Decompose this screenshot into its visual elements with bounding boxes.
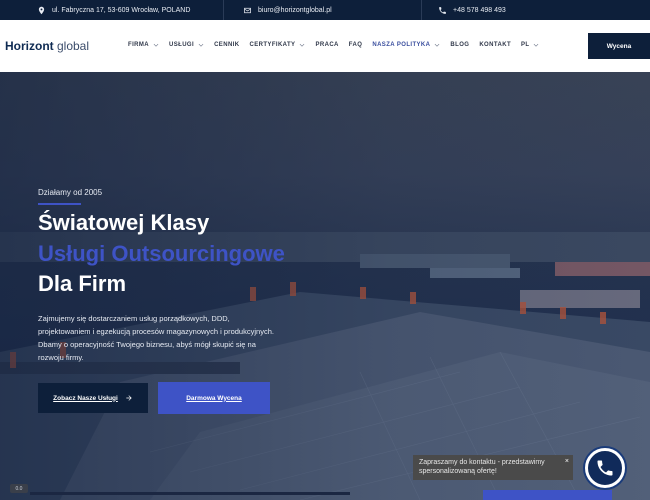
nav-label: PRACA xyxy=(315,42,339,48)
contact-tooltip-text: Zapraszamy do kontaktu - przedstawimy sp… xyxy=(419,459,545,475)
nav-label: USŁUGI xyxy=(169,42,195,48)
nav-label: KONTAKT xyxy=(479,42,512,48)
view-services-label: Zobacz Nasze Usługi xyxy=(53,394,118,402)
nav-label: CERTYFIKATY xyxy=(249,42,296,48)
language-selector[interactable]: PL xyxy=(521,42,539,48)
chevron-down-icon xyxy=(435,43,440,47)
accent-divider xyxy=(38,203,81,205)
hero-description: Zajmujemy się dostarczaniem usług porząd… xyxy=(38,314,274,362)
nav-item-blog[interactable]: BLOG xyxy=(450,42,469,48)
nav-label: CENNIK xyxy=(214,42,240,48)
hero-section: Działamy od 2005 Światowej Klasy Usługi … xyxy=(0,72,650,500)
chevron-down-icon xyxy=(534,43,539,47)
nav-item-kontakt[interactable]: KONTAKT xyxy=(479,42,511,48)
phone-icon xyxy=(439,6,446,14)
nav-label: FIRMA xyxy=(128,42,149,48)
nav-item-faq[interactable]: FAQ xyxy=(349,42,363,48)
main-header: Horizont global FIRMA USŁUGI CENNIK CERT… xyxy=(0,20,650,72)
nav-item-cennik[interactable]: CENNIK xyxy=(214,42,239,48)
envelope-icon xyxy=(244,7,251,13)
logo-brand: Horizont xyxy=(5,39,54,53)
nav-label: PL xyxy=(521,42,530,48)
nav-item-firma[interactable]: FIRMA xyxy=(128,42,159,48)
hero-title-line-1: Światowej Klasy xyxy=(38,210,210,235)
address-info: ul. Fabryczna 17, 53-609 Wrocław, POLAND xyxy=(37,0,190,20)
nav-item-nasza-polityka[interactable]: NASZA POLITYKA xyxy=(372,42,440,48)
nav-label: NASZA POLITYKA xyxy=(372,42,431,48)
free-quote-button[interactable]: Darmowa Wycena xyxy=(158,382,270,414)
main-navigation: FIRMA USŁUGI CENNIK CERTYFIKATY PRACA FA… xyxy=(128,42,549,48)
top-contact-bar: ul. Fabryczna 17, 53-609 Wrocław, POLAND… xyxy=(0,0,650,20)
phone-link[interactable]: +48 578 498 493 xyxy=(453,7,506,14)
corner-badge[interactable]: 0.0 xyxy=(10,484,28,493)
nav-item-praca[interactable]: PRACA xyxy=(315,42,338,48)
address-text: ul. Fabryczna 17, 53-609 Wrocław, POLAND xyxy=(52,6,191,14)
chevron-down-icon xyxy=(153,43,159,47)
hero-since-text: Działamy od 2005 xyxy=(38,188,103,197)
email-link[interactable]: biuro@horizontglobal.pl xyxy=(258,7,332,14)
call-button[interactable] xyxy=(585,448,625,488)
hero-title-line-3: Dla Firm xyxy=(38,271,127,296)
email-info[interactable]: biuro@horizontglobal.pl xyxy=(243,0,332,20)
contact-tooltip[interactable]: Zapraszamy do kontaktu - przedstawimy sp… xyxy=(413,455,573,480)
nav-item-uslugi[interactable]: USŁUGI xyxy=(169,42,204,48)
chevron-down-icon xyxy=(198,43,204,47)
topbar-divider xyxy=(421,0,422,20)
site-logo[interactable]: Horizont global xyxy=(5,39,89,53)
nav-item-certyfikaty[interactable]: CERTYFIKATY xyxy=(249,42,305,48)
view-services-button[interactable]: Zobacz Nasze Usługi xyxy=(38,383,148,413)
phone-icon xyxy=(597,460,613,476)
nav-label: FAQ xyxy=(348,42,363,48)
cookie-bar-edge[interactable] xyxy=(483,490,612,500)
hero-title-line-2: Usługi Outsourcingowe xyxy=(38,241,285,266)
arrow-right-icon xyxy=(126,395,132,401)
map-pin-icon xyxy=(38,6,45,14)
free-quote-label: Darmowa Wycena xyxy=(186,394,242,402)
logo-suffix: global xyxy=(53,39,90,53)
chevron-down-icon xyxy=(300,43,305,47)
topbar-divider xyxy=(223,0,224,20)
quote-button[interactable]: Wycena xyxy=(588,33,650,59)
bottom-strip xyxy=(30,492,350,495)
close-icon[interactable]: × xyxy=(565,457,569,466)
phone-info[interactable]: +48 578 498 493 xyxy=(438,0,506,20)
nav-label: BLOG xyxy=(450,42,470,48)
